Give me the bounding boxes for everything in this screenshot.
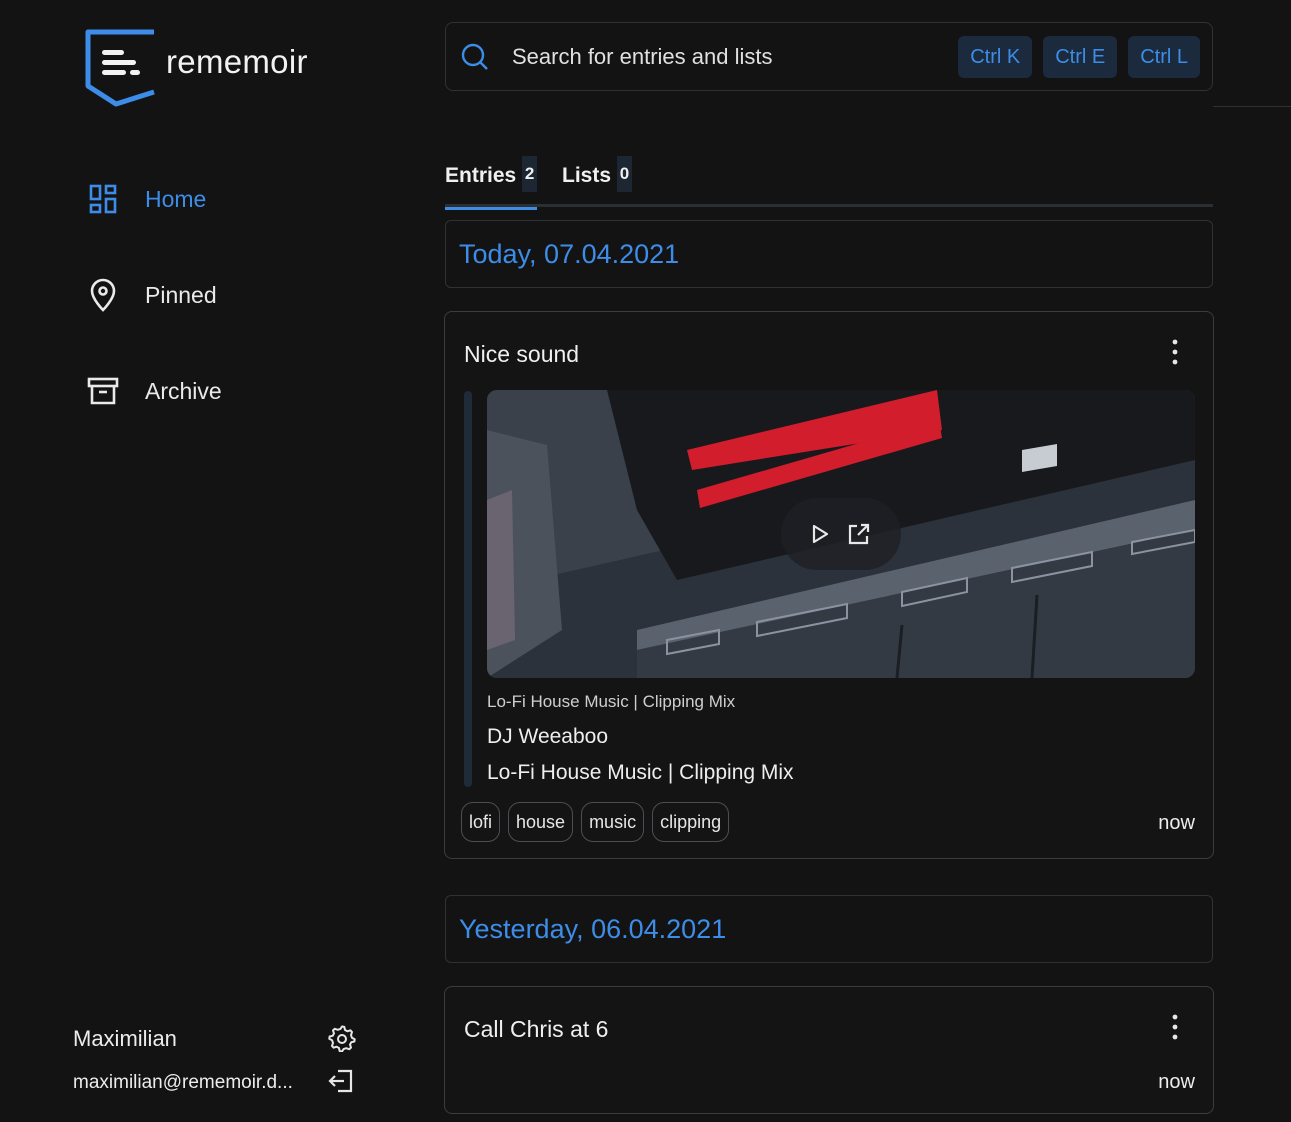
search-icon	[460, 42, 490, 72]
sidebar: rememoir Home Pinned Archive Maximilian …	[0, 0, 420, 1122]
more-vertical-icon	[1172, 339, 1178, 365]
open-external-button[interactable]	[847, 522, 871, 546]
entry-title: Call Chris at 6	[464, 1016, 609, 1042]
date-header-yesterday: Yesterday, 06.04.2021	[445, 895, 1213, 963]
search-input[interactable]	[512, 43, 932, 70]
sidebar-item-label: Home	[145, 185, 207, 212]
tag-chip[interactable]: music	[581, 802, 645, 842]
shortcut-new-list[interactable]: Ctrl L	[1128, 36, 1200, 78]
shortcut-new-entry[interactable]: Ctrl E	[1043, 36, 1118, 78]
embed-accent-bar	[464, 391, 472, 787]
entry-menu-button[interactable]	[1163, 337, 1187, 367]
tab-bar: Entries 2 Lists 0	[445, 156, 1213, 210]
tag-chip[interactable]: lofi	[461, 802, 501, 842]
user-name: Maximilian	[73, 1026, 177, 1051]
play-button[interactable]	[811, 524, 829, 544]
shortcut-search[interactable]: Ctrl K	[958, 36, 1033, 78]
entry-title: Nice sound	[464, 341, 580, 367]
video-thumbnail[interactable]	[487, 390, 1195, 678]
tab-label: Entries	[445, 164, 517, 187]
entry-menu-button[interactable]	[1163, 1012, 1187, 1042]
sidebar-item-label: Archive	[145, 377, 222, 404]
embed-author: DJ Weeaboo	[487, 725, 609, 748]
tab-entries[interactable]: Entries 2	[445, 156, 537, 210]
tab-lists[interactable]: Lists 0	[562, 156, 632, 207]
search-bar[interactable]: Ctrl K Ctrl E Ctrl L	[445, 22, 1213, 91]
archive-icon	[86, 374, 120, 408]
logout-button[interactable]	[326, 1066, 356, 1096]
tab-label: Lists	[562, 164, 612, 187]
external-link-icon	[848, 523, 870, 545]
map-pin-icon	[86, 278, 120, 312]
entry-card[interactable]: Call Chris at 6 now	[444, 986, 1214, 1114]
entry-timestamp: now	[1158, 1071, 1195, 1093]
media-controls	[781, 498, 901, 570]
play-icon	[812, 524, 829, 544]
app-name: rememoir	[166, 43, 308, 80]
sidebar-item-archive[interactable]: Archive	[86, 374, 222, 408]
more-vertical-icon	[1172, 1014, 1178, 1040]
entry-card[interactable]: Nice sound Lo-Fi House Music | Clipping …	[444, 311, 1214, 859]
gear-icon	[328, 1025, 356, 1052]
sidebar-item-home[interactable]: Home	[86, 182, 206, 216]
sidebar-item-pinned[interactable]: Pinned	[86, 278, 217, 312]
divider	[1213, 106, 1291, 107]
dashboard-icon	[86, 182, 120, 216]
tab-count-badge: 2	[522, 156, 537, 192]
logout-icon	[328, 1069, 353, 1093]
tag-chip[interactable]: clipping	[652, 802, 730, 842]
embed-title[interactable]: Lo-Fi House Music | Clipping Mix	[487, 761, 794, 785]
user-email: maximilian@rememoir.d...	[73, 1072, 293, 1093]
tag-chip[interactable]: house	[508, 802, 574, 842]
settings-button[interactable]	[327, 1023, 357, 1053]
rememoir-logo-icon	[85, 29, 155, 107]
tag-list: lofi house music clipping	[461, 802, 730, 842]
shortcut-group: Ctrl K Ctrl E Ctrl L	[958, 36, 1200, 78]
entry-timestamp: now	[1158, 812, 1195, 834]
tab-count-badge: 0	[617, 156, 632, 192]
sidebar-item-label: Pinned	[145, 281, 217, 308]
date-header-today: Today, 07.04.2021	[445, 220, 1213, 288]
embed-site-name: Lo-Fi House Music | Clipping Mix	[487, 692, 736, 711]
app-logo[interactable]: rememoir	[84, 28, 308, 108]
